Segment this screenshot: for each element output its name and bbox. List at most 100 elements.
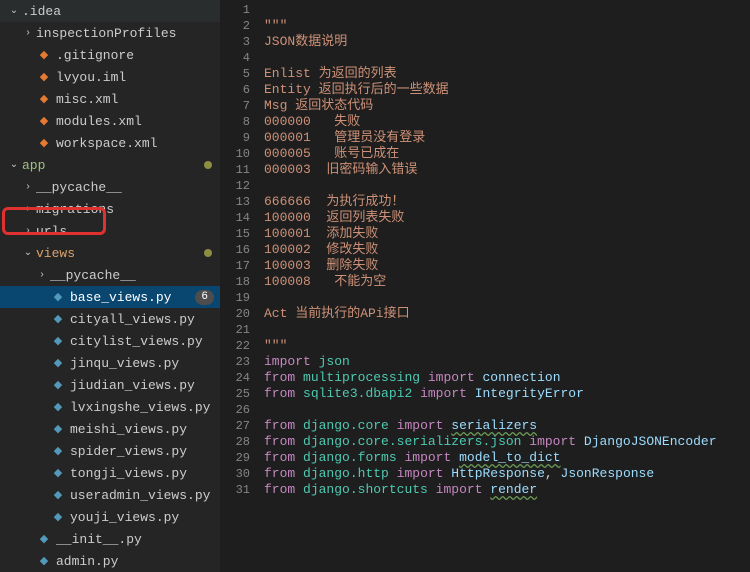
code-line[interactable]: import json <box>264 354 750 370</box>
code-line[interactable]: Enlist 为返回的列表 <box>264 66 750 82</box>
tree-item-admin-py[interactable]: ◆admin.py <box>0 550 220 572</box>
tree-item-label: urls <box>36 224 220 239</box>
line-number: 23 <box>220 354 250 370</box>
code-line[interactable]: 000005 账号已成在 <box>264 146 750 162</box>
xml-icon: ◆ <box>36 114 52 128</box>
xml-icon: ◆ <box>36 92 52 106</box>
tree-item-tongji-views-py[interactable]: ◆tongji_views.py <box>0 462 220 484</box>
code-line[interactable]: from django.http import HttpResponse, Js… <box>264 466 750 482</box>
code-line[interactable] <box>264 322 750 338</box>
code-line[interactable]: 666666 为执行成功！ <box>264 194 750 210</box>
file-explorer[interactable]: ⌄.idea›inspectionProfiles◆.gitignore◆lvy… <box>0 0 220 572</box>
code-line[interactable]: 100000 返回列表失败 <box>264 210 750 226</box>
tree-item-label: tongji_views.py <box>70 466 220 481</box>
code-line[interactable] <box>264 402 750 418</box>
tree-item--init-py[interactable]: ◆__init__.py <box>0 528 220 550</box>
code-line[interactable]: from sqlite3.dbapi2 import IntegrityErro… <box>264 386 750 402</box>
line-number: 29 <box>220 450 250 466</box>
tree-item-app[interactable]: ⌄app <box>0 154 220 176</box>
tree-item-meishi-views-py[interactable]: ◆meishi_views.py <box>0 418 220 440</box>
chevron-right-icon[interactable]: › <box>20 204 36 215</box>
code-line[interactable]: Msg 返回状态代码 <box>264 98 750 114</box>
tree-item-workspace-xml[interactable]: ◆workspace.xml <box>0 132 220 154</box>
chevron-down-icon[interactable]: ⌄ <box>6 159 22 171</box>
tree-item-citylist-views-py[interactable]: ◆citylist_views.py <box>0 330 220 352</box>
modified-dot-icon <box>204 161 212 169</box>
chevron-down-icon[interactable]: ⌄ <box>20 247 36 259</box>
line-number: 13 <box>220 194 250 210</box>
tree-item-label: modules.xml <box>56 114 220 129</box>
tree-item-youji-views-py[interactable]: ◆youji_views.py <box>0 506 220 528</box>
tree-item-base-views-py[interactable]: ◆base_views.py6 <box>0 286 220 308</box>
code-line[interactable]: 100001 添加失败 <box>264 226 750 242</box>
tree-item-label: spider_views.py <box>70 444 220 459</box>
py-icon: ◆ <box>50 422 66 436</box>
tree-item--pycache-[interactable]: ›__pycache__ <box>0 264 220 286</box>
code-line[interactable] <box>264 50 750 66</box>
code-line[interactable]: from django.core.serializers.json import… <box>264 434 750 450</box>
xml-icon: ◆ <box>36 48 52 62</box>
code-line[interactable]: from django.shortcuts import render <box>264 482 750 498</box>
code-line[interactable]: JSON数据说明 <box>264 34 750 50</box>
xml-icon: ◆ <box>36 136 52 150</box>
tree-item-label: migrations <box>36 202 220 217</box>
tree-item-views[interactable]: ⌄views <box>0 242 220 264</box>
tree-item-migrations[interactable]: ›migrations <box>0 198 220 220</box>
code-editor[interactable]: 1234567891011121314151617181920212223242… <box>220 0 750 500</box>
tree-item-jinqu-views-py[interactable]: ◆jinqu_views.py <box>0 352 220 374</box>
tree-item-urls[interactable]: ›urls <box>0 220 220 242</box>
chevron-down-icon[interactable]: ⌄ <box>6 5 22 17</box>
tree-item-label: base_views.py <box>70 290 195 305</box>
py-icon: ◆ <box>50 290 66 304</box>
line-number: 24 <box>220 370 250 386</box>
py-icon: ◆ <box>50 510 66 524</box>
chevron-right-icon[interactable]: › <box>34 270 50 281</box>
code-line[interactable] <box>264 290 750 306</box>
code-line[interactable]: """ <box>264 18 750 34</box>
line-number: 18 <box>220 274 250 290</box>
code-line[interactable]: 000001 管理员没有登录 <box>264 130 750 146</box>
tree-item-misc-xml[interactable]: ◆misc.xml <box>0 88 220 110</box>
code-line[interactable]: 100003 删除失败 <box>264 258 750 274</box>
code-line[interactable]: from django.core import serializers <box>264 418 750 434</box>
tree-item--pycache-[interactable]: ›__pycache__ <box>0 176 220 198</box>
tree-item-lvyou-iml[interactable]: ◆lvyou.iml <box>0 66 220 88</box>
tree-item-label: citylist_views.py <box>70 334 220 349</box>
tree-item-label: .idea <box>22 4 220 19</box>
tree-item-label: lvxingshe_views.py <box>70 400 220 415</box>
code-line[interactable] <box>264 178 750 194</box>
code-line[interactable]: """ <box>264 338 750 354</box>
code-line[interactable]: 000003 旧密码输入错误 <box>264 162 750 178</box>
tree-item-useradmin-views-py[interactable]: ◆useradmin_views.py <box>0 484 220 506</box>
chevron-right-icon[interactable]: › <box>20 28 36 39</box>
tree-item-spider-views-py[interactable]: ◆spider_views.py <box>0 440 220 462</box>
code-line[interactable]: Act 当前执行的APi接口 <box>264 306 750 322</box>
code-line[interactable] <box>264 2 750 18</box>
tree-item-jiudian-views-py[interactable]: ◆jiudian_views.py <box>0 374 220 396</box>
chevron-right-icon[interactable]: › <box>20 182 36 193</box>
tree-item-cityall-views-py[interactable]: ◆cityall_views.py <box>0 308 220 330</box>
tree-item-label: admin.py <box>56 554 220 569</box>
line-number: 28 <box>220 434 250 450</box>
line-number: 30 <box>220 466 250 482</box>
tree-item-modules-xml[interactable]: ◆ modules.xml <box>0 110 220 132</box>
line-number: 31 <box>220 482 250 498</box>
code-line[interactable]: 000000 失败 <box>264 114 750 130</box>
tree-item--gitignore[interactable]: ◆.gitignore <box>0 44 220 66</box>
tree-item-label: __pycache__ <box>36 180 220 195</box>
tree-item-label: app <box>22 158 204 173</box>
code-line[interactable]: 100008 不能为空 <box>264 274 750 290</box>
chevron-right-icon[interactable]: › <box>20 226 36 237</box>
tree-item-inspectionProfiles[interactable]: ›inspectionProfiles <box>0 22 220 44</box>
line-number: 11 <box>220 162 250 178</box>
code-line[interactable]: from django.forms import model_to_dict <box>264 450 750 466</box>
py-icon: ◆ <box>50 400 66 414</box>
tree-item--idea[interactable]: ⌄.idea <box>0 0 220 22</box>
tree-item-label: jiudian_views.py <box>70 378 220 393</box>
code-line[interactable]: 100002 修改失败 <box>264 242 750 258</box>
code-line[interactable]: Entity 返回执行后的一些数据 <box>264 82 750 98</box>
code-content[interactable]: """JSON数据说明 Enlist 为返回的列表Entity 返回执行后的一些… <box>264 0 750 500</box>
tree-item-lvxingshe-views-py[interactable]: ◆ lvxingshe_views.py <box>0 396 220 418</box>
code-line[interactable]: from multiprocessing import connection <box>264 370 750 386</box>
line-number: 27 <box>220 418 250 434</box>
